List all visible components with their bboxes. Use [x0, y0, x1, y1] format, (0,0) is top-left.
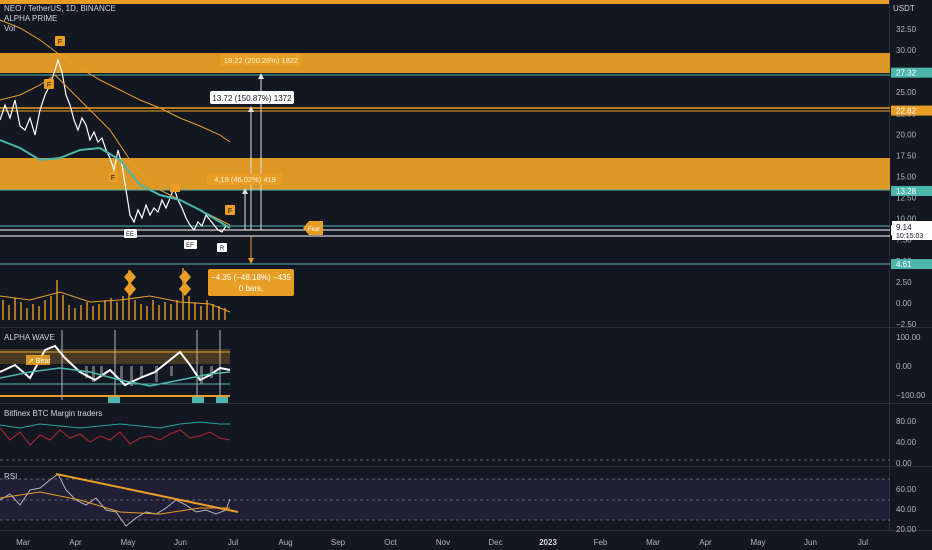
pane-tick-label: 100.00: [896, 333, 921, 342]
upper-measure-label: 13.72 (150.87%) 1372: [212, 94, 292, 103]
down-measure-label-1: −4.35 (−48.18%) −435: [211, 273, 291, 282]
rsi-pane-title: RSI: [4, 472, 17, 481]
symbol-title[interactable]: NEO / TetherUS, 1D, BINANCE: [4, 4, 116, 13]
down-measure-label-2: 0 bars,: [239, 284, 263, 293]
fear-label: Fear: [303, 221, 323, 235]
f-marker-1: F: [58, 39, 62, 46]
bitfinex-axis-ticks: 80.00 40.00 0.00: [896, 417, 917, 468]
indicator-volume[interactable]: Vol: [4, 24, 15, 33]
f-marker-2: F: [47, 82, 51, 89]
pane-tick-label: 0.00: [896, 362, 912, 371]
time-axis-label: Aug: [278, 538, 292, 547]
countdown-timer: 10:15:03: [896, 233, 923, 240]
bitfinex-pane-title: Bitfinex BTC Margin traders: [4, 409, 102, 418]
level-label: 22.82: [896, 107, 917, 116]
bitfinex-green-line: [0, 421, 230, 429]
time-axis-label: Jun: [174, 538, 187, 547]
pane-tick-label: 60.00: [896, 485, 917, 494]
time-axis: Mar Apr May Jun Jul Aug Sep Oct Nov Dec 2023 Feb Mar…: [16, 538, 868, 547]
top-zone-band: [0, 0, 890, 4]
r-marker: R: [220, 246, 225, 252]
top-range-label: 18.22 (200.26%) 1822: [224, 56, 298, 65]
time-axis-label: May: [120, 538, 135, 547]
time-axis-label: Nov: [436, 538, 450, 547]
time-axis-label: May: [750, 538, 765, 547]
time-axis-label: Mar: [646, 538, 660, 547]
ma-orange-long: [0, 19, 231, 143]
indicator-alpha-prime[interactable]: ALPHA PRIME: [4, 14, 57, 23]
chart-canvas[interactable]: F F F F EE EF R Fear 18.22 (200.26%) 182…: [0, 0, 932, 550]
time-axis-label: Feb: [594, 538, 608, 547]
pane-tick-label: −100.00: [896, 391, 926, 400]
ef-marker: EF: [186, 243, 194, 249]
supply-zone-middle: [0, 158, 890, 190]
time-axis-label: Dec: [488, 538, 502, 547]
bear-text: ↗ Bear: [28, 358, 51, 365]
level-label: 27.32: [896, 69, 917, 78]
fear-text: Fear: [308, 227, 320, 233]
middle-measure-label: 4.19 (46.02%) 419: [214, 175, 276, 184]
pane-tick-label: 20.00: [896, 525, 917, 534]
diamond-markers: [124, 270, 191, 296]
price-series: [0, 58, 231, 233]
wave-bottom-markers: [108, 397, 228, 403]
level-label: 13.28: [896, 187, 917, 196]
supply-zone-upper: [0, 53, 890, 73]
f-marker-3: F: [111, 175, 115, 182]
time-axis-label: Sep: [331, 538, 346, 547]
last-price-value: 9.14: [896, 223, 912, 232]
bitfinex-red-line: [0, 427, 231, 446]
wave-axis-ticks: 100.00 0.00 −100.00: [896, 333, 926, 400]
pane-tick-label: 80.00: [896, 417, 917, 426]
price-tick-label: 0.00: [896, 299, 912, 308]
currency-label: USDT: [893, 4, 915, 13]
time-axis-label: Apr: [69, 538, 82, 547]
ma-orange-short: [0, 74, 231, 226]
price-tick-label: 30.00: [896, 46, 917, 55]
price-tick-label: 32.50: [896, 25, 917, 34]
price-tick-label: 15.00: [896, 173, 917, 182]
pane-tick-label: 40.00: [896, 438, 917, 447]
time-axis-label: Oct: [384, 538, 397, 547]
price-tick-label: 20.00: [896, 130, 917, 139]
volume-bars: [2, 268, 226, 320]
pane-tick-label: 40.00: [896, 505, 917, 514]
pane-tick-label: 0.00: [896, 459, 912, 468]
time-axis-label: Jul: [228, 538, 238, 547]
time-axis-label: Jul: [858, 538, 868, 547]
rsi-axis-ticks: 60.00 40.00 20.00: [896, 485, 917, 534]
price-tick-label: 25.00: [896, 88, 917, 97]
f-marker-4: F: [228, 208, 232, 215]
ee-marker: EE: [126, 232, 134, 238]
time-axis-label: Mar: [16, 538, 30, 547]
time-axis-label: Apr: [699, 538, 712, 547]
price-tick-label: 17.50: [896, 151, 917, 160]
pane-separators: [0, 0, 932, 531]
time-axis-label: 2023: [539, 538, 557, 547]
price-tick-label: 2.50: [896, 278, 912, 287]
price-tick-label: −2.50: [896, 320, 917, 329]
time-axis-label: Jun: [804, 538, 817, 547]
wave-pane-title: ALPHA WAVE: [4, 333, 55, 342]
wave-vertical-lines: [61, 330, 221, 400]
level-label: 4.61: [896, 260, 912, 269]
